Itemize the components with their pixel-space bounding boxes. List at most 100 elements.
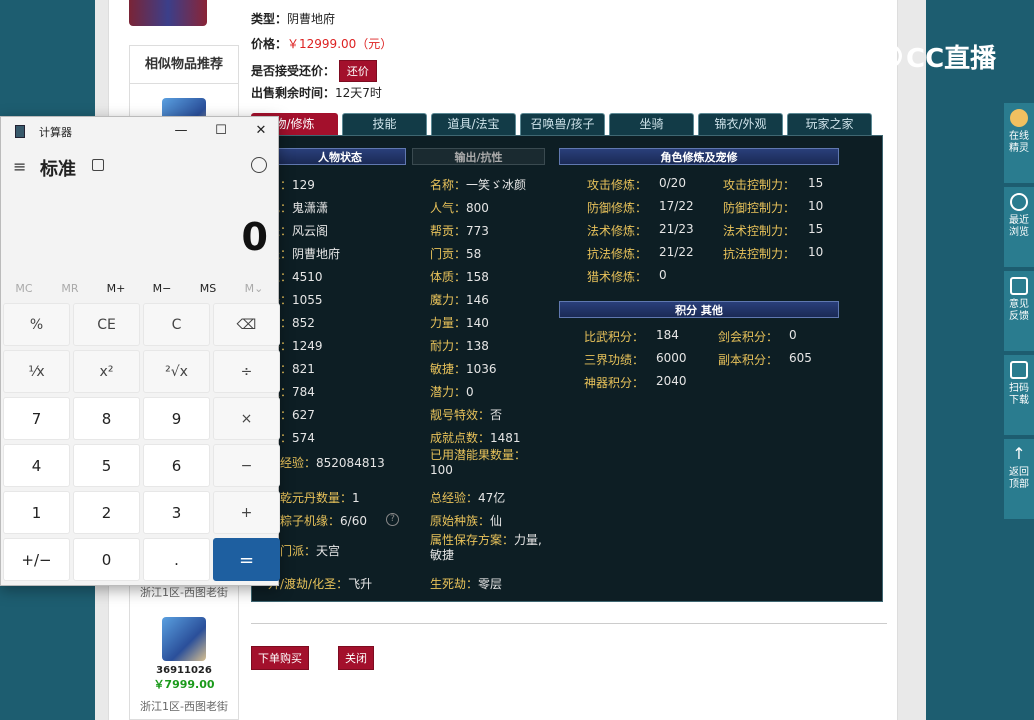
tab-items[interactable]: 道具/法宝 [431,113,516,135]
close-button-wrap: 关闭 [338,646,374,670]
tab-home[interactable]: 玩家之家 [787,113,872,135]
item-server: 浙江1区-西图老街 [140,700,228,713]
decimal-button[interactable]: . [143,538,210,581]
minimize-button[interactable]: — [171,121,191,141]
price-line: 价格：￥12999.00（元） [251,37,393,51]
square-root-button[interactable]: ²√x [143,350,210,393]
item-id: 36911026 [156,665,212,676]
stat-row: 原始种族：仙 [430,514,503,528]
tab-mounts[interactable]: 坐骑 [609,113,694,135]
digit-7-button[interactable]: 7 [3,397,70,440]
tab-skills[interactable]: 技能 [342,113,427,135]
digit-1-button[interactable]: 1 [3,491,70,534]
header-status: 人物状态 [274,148,406,165]
close-button[interactable]: 关闭 [338,646,374,670]
character-stats-panel: 人物状态 输出/抗性 角色修炼及宠修 积分 其他 别：129 色：鬼潇潇 派：风云阁… [251,135,883,602]
sidebar-back-to-top[interactable]: ↑ 返回 顶部 [1004,439,1034,519]
calculator-titlebar[interactable]: 计算器 — ☐ ✕ [1,117,278,145]
cultivation-value: 0 [659,268,667,282]
close-window-button[interactable]: ✕ [251,121,271,141]
cultivation-row: 法术修炼： [587,224,648,238]
digit-4-button[interactable]: 4 [3,444,70,487]
control-row: 防御控制力： [723,201,796,215]
percent-button[interactable]: % [3,303,70,346]
calculator-app-icon [15,125,25,138]
sidebar-feedback[interactable]: 意见 反馈 [1004,271,1034,351]
memory-store-button[interactable]: MS [185,282,231,295]
control-row: 抗法控制力： [723,247,796,261]
points-row: 剑会积分： [718,330,779,344]
points-value: 2040 [656,374,687,388]
edit-icon [1010,277,1028,295]
digit-2-button[interactable]: 2 [73,491,140,534]
stat-row: 魔力：146 [430,293,489,307]
memory-subtract-button[interactable]: M− [139,282,185,295]
scan-icon [1010,361,1028,379]
memory-add-button[interactable]: M+ [93,282,139,295]
stat-row: 总经验：47亿 [430,491,506,505]
points-row: 神器积分： [584,376,645,390]
backspace-button[interactable]: ⌫ [213,303,280,346]
maximize-button[interactable]: ☐ [211,121,231,141]
stat-row: 属性保存方案：力量,敏捷 [430,533,542,562]
equals-button[interactable]: = [213,538,280,581]
sidebar-recent[interactable]: 最近 浏览 [1004,187,1034,267]
digit-8-button[interactable]: 8 [73,397,140,440]
plus-button[interactable]: + [213,491,280,534]
header-points: 积分 其他 [559,301,839,318]
digit-9-button[interactable]: 9 [143,397,210,440]
help-icon[interactable]: ? [386,513,399,526]
stat-row: 敏捷：1036 [430,362,497,376]
stat-row: 潜力：0 [430,385,474,399]
stat-row: 成就点数：1481 [430,431,521,445]
memory-list-button: M⌄ [244,282,264,295]
digit-3-button[interactable]: 3 [143,491,210,534]
stat-row: 帮贡：773 [430,224,489,238]
keep-on-top-icon[interactable] [92,159,104,171]
tab-summons[interactable]: 召唤兽/孩子 [520,113,605,135]
minus-button[interactable]: − [213,444,280,487]
stat-row: 人气：800 [430,201,489,215]
clear-button[interactable]: C [143,303,210,346]
multiply-button[interactable]: × [213,397,280,440]
negate-button[interactable]: +/− [3,538,70,581]
counter-offer-line: 是否接受还价： 还价 [251,60,377,82]
tab-costumes[interactable]: 锦衣/外观 [698,113,783,135]
cc-logo-icon [866,42,902,70]
square-button[interactable]: x² [73,350,140,393]
sidebar-scan[interactable]: 扫码 下载 [1004,355,1034,435]
points-value: 605 [789,351,812,365]
history-icon[interactable] [251,157,267,173]
cultivation-value: 17/22 [659,199,694,213]
points-value: 6000 [656,351,687,365]
cc-live-watermark: CC直播 [866,38,1006,74]
cultivation-value: 0/20 [659,176,686,190]
similar-item[interactable]: 36911026 ￥7999.00 浙江1区-西图老街 [130,617,238,714]
reciprocal-button[interactable]: ¹⁄x [3,350,70,393]
digit-5-button[interactable]: 5 [73,444,140,487]
digit-0-button[interactable]: 0 [73,538,140,581]
price-value: ￥12999.00（元） [287,37,393,51]
control-row: 法术控制力： [723,224,796,238]
detail-tabs: 物/修炼 技能 道具/法宝 召唤兽/孩子 坐骑 锦衣/外观 玩家之家 [251,113,883,135]
stat-row: 耐力：138 [430,339,489,353]
stat-row: 体质：158 [430,270,489,284]
points-row: 三界功绩： [584,353,645,367]
counter-offer-button[interactable]: 还价 [338,60,377,82]
arrow-up-icon: ↑ [1012,444,1026,463]
stat-row: 得经验：852084813 [268,456,385,470]
stat-row: 门贡：58 [430,247,482,261]
control-value: 15 [808,176,824,190]
menu-icon[interactable]: ≡ [13,157,26,176]
sidebar-online-sprite[interactable]: 在线 精灵 [1004,103,1034,183]
clear-entry-button[interactable]: CE [73,303,140,346]
stat-row: 饼粽子机缘：6/60 [268,514,367,528]
digit-6-button[interactable]: 6 [143,444,210,487]
calculator-window: 计算器 — ☐ ✕ ≡ 标准 0 MC MR M+ M− MS M⌄ % CE C ⌫ ¹⁄x x²… [0,116,280,586]
cultivation-value: 21/23 [659,222,694,236]
control-value: 15 [808,222,824,236]
cultivation-row: 猎术修炼： [587,270,648,284]
divide-button[interactable]: ÷ [213,350,280,393]
stat-row: 生死劫：零层 [430,577,503,591]
buy-button[interactable]: 下单购买 [251,646,309,670]
